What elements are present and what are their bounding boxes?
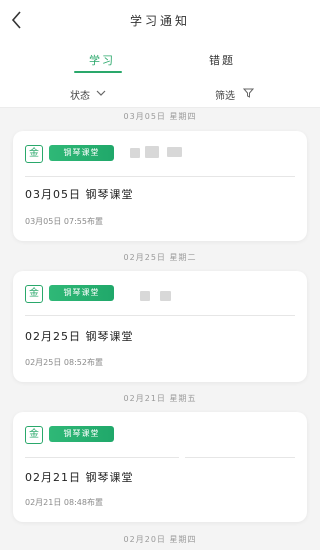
screen-filter[interactable]: 筛选 xyxy=(215,87,255,102)
active-tab-indicator xyxy=(74,71,122,73)
divider xyxy=(185,457,295,458)
tab-bar: 学习 错题 xyxy=(0,44,320,78)
page-title: 学习通知 xyxy=(129,14,190,28)
screen-filter-label: 筛选 xyxy=(215,91,235,102)
date-separator: 02月20日 星期四 xyxy=(123,535,197,544)
chevron-down-icon xyxy=(96,89,106,100)
course-tag: 钢琴课堂 xyxy=(49,145,114,161)
date-separator: 03月05日 星期四 xyxy=(123,112,197,121)
notice-title: 02月25日 钢琴课堂 xyxy=(25,330,134,343)
redacted-placeholder xyxy=(145,146,159,158)
status-filter-label: 状态 xyxy=(70,91,90,102)
top-bar: 学习通知 xyxy=(0,0,320,44)
tab-study[interactable]: 学习 xyxy=(82,52,122,68)
redacted-placeholder xyxy=(167,147,182,157)
redacted-placeholder xyxy=(130,148,140,158)
course-tag: 钢琴课堂 xyxy=(49,285,114,301)
notice-title: 02月21日 钢琴课堂 xyxy=(25,471,134,484)
notice-card[interactable]: 金 钢琴课堂 02月21日 钢琴课堂 02月21日 08:48布置 xyxy=(13,412,307,522)
gold-badge: 金 xyxy=(25,426,43,444)
tab-wrong-questions[interactable]: 错题 xyxy=(200,52,244,68)
notice-time: 03月05日 07:55布置 xyxy=(25,217,103,226)
notice-title: 03月05日 钢琴课堂 xyxy=(25,188,134,201)
course-tag: 钢琴课堂 xyxy=(49,426,114,442)
gold-badge: 金 xyxy=(25,145,43,163)
divider xyxy=(25,457,179,458)
redacted-placeholder xyxy=(160,291,171,301)
funnel-icon xyxy=(242,88,255,101)
notice-card[interactable]: 金 钢琴课堂 02月25日 钢琴课堂 02月25日 08:52布置 xyxy=(13,271,307,382)
status-filter[interactable]: 状态 xyxy=(70,87,106,102)
notice-card[interactable]: 金 钢琴课堂 03月05日 钢琴课堂 03月05日 07:55布置 xyxy=(13,131,307,241)
gold-badge: 金 xyxy=(25,285,43,303)
date-separator: 02月21日 星期五 xyxy=(123,394,197,403)
divider xyxy=(25,315,295,316)
notice-time: 02月21日 08:48布置 xyxy=(25,498,103,507)
date-separator: 02月25日 星期二 xyxy=(123,253,197,262)
divider xyxy=(25,176,295,177)
notice-time: 02月25日 08:52布置 xyxy=(25,358,103,367)
redacted-placeholder xyxy=(140,291,150,301)
filter-bar: 状态 筛选 xyxy=(0,78,320,108)
